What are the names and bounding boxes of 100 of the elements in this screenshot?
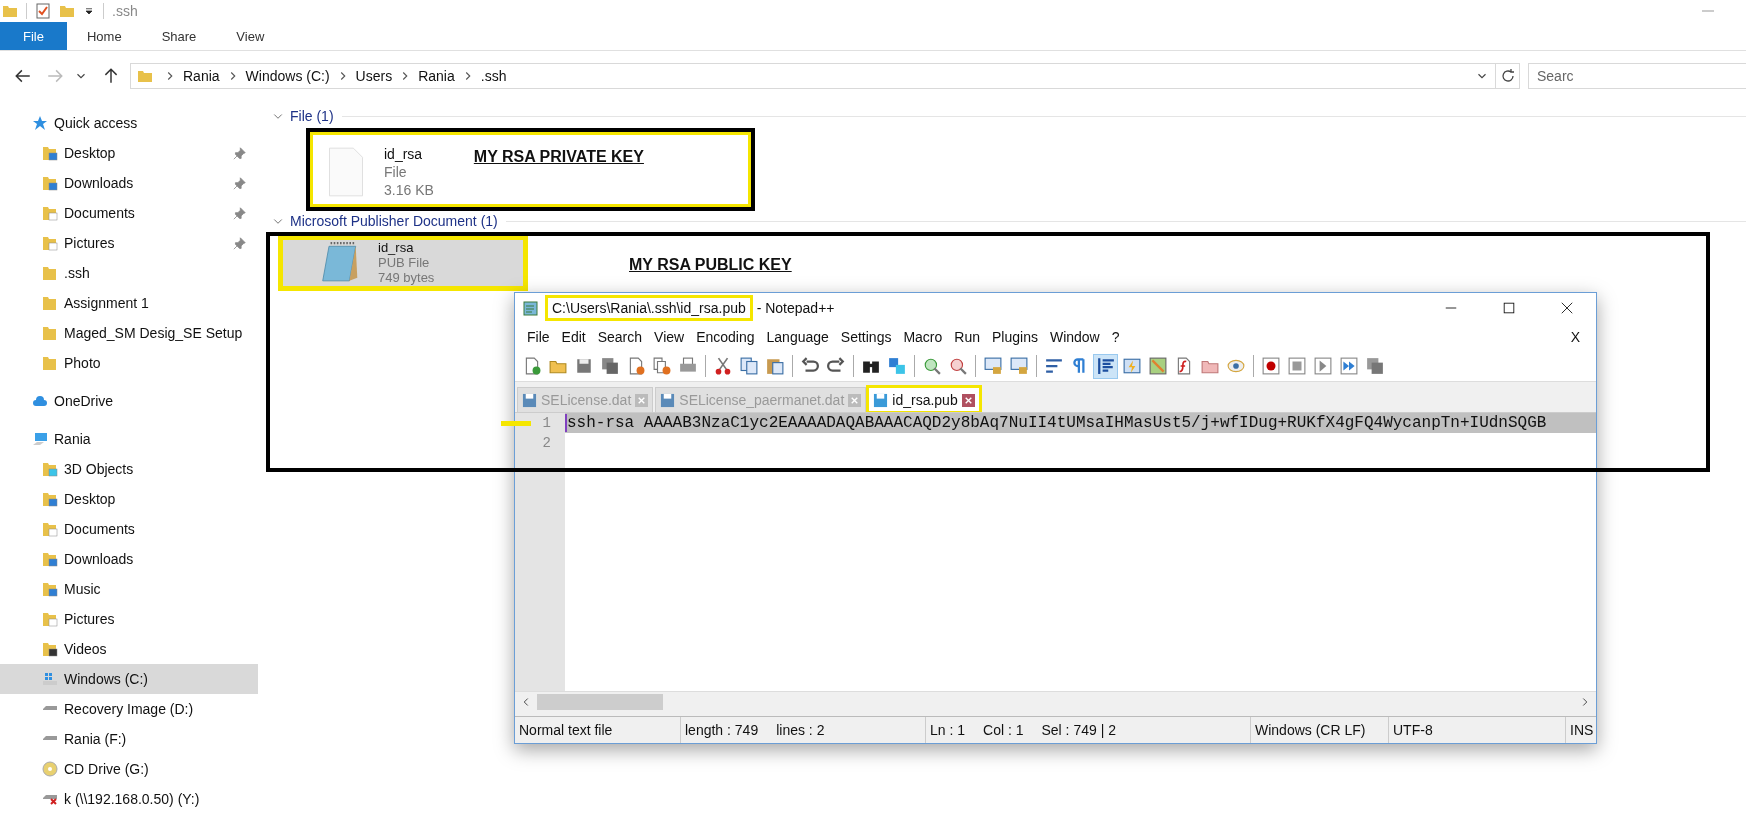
code-text: ssh-rsa AAAAB3NzaC1yc2EAAAADAQABAAACAQD2y8bAq7NuII4tUMsaIHMasUst5/j+wfIDug+RUKfX4gFQ4WycanpTn+IUdnSQGB xyxy=(565,414,1547,432)
sidebar-item[interactable]: Quick access xyxy=(0,108,258,138)
menu-item[interactable]: Language xyxy=(760,329,835,345)
status-text: INS xyxy=(1570,722,1594,738)
download-folder-icon xyxy=(42,175,58,191)
menu-item[interactable]: File xyxy=(521,329,556,345)
file-item[interactable]: id_rsa PUB File 749 bytes xyxy=(278,235,528,291)
sidebar-item[interactable]: Desktop xyxy=(0,138,258,168)
sidebar-label: Recovery Image (D:) xyxy=(64,701,194,717)
sidebar-item[interactable]: Recovery Image (D:) xyxy=(0,694,258,724)
menu-item[interactable]: Settings xyxy=(834,329,898,345)
menu-item[interactable]: Edit xyxy=(555,329,592,345)
sidebar-item[interactable]: Rania (F:) xyxy=(0,724,258,754)
menu-item[interactable]: ? xyxy=(1105,329,1126,345)
sidebar-item[interactable]: Videos xyxy=(0,634,258,664)
sidebar-label: Videos xyxy=(64,641,107,657)
sidebar-item[interactable]: Music xyxy=(0,574,258,604)
sidebar-item[interactable]: 3D Objects xyxy=(0,454,258,484)
ribbon-tab[interactable]: Share xyxy=(141,22,217,50)
path-segment[interactable]: Rania xyxy=(183,68,220,84)
pin-icon[interactable] xyxy=(233,176,246,190)
ribbon-tab[interactable]: File xyxy=(0,22,67,50)
sidebar-item[interactable]: CD Drive (G:) xyxy=(0,754,258,784)
file-item[interactable]: id_rsa File 3.16 KB xyxy=(310,132,474,211)
sidebar-label: Documents xyxy=(64,205,135,221)
refresh-button[interactable] xyxy=(1496,63,1520,89)
path-segment[interactable]: .ssh xyxy=(480,68,507,84)
sidebar-item[interactable]: Pictures xyxy=(0,228,258,258)
sidebar-item[interactable]: OneDrive xyxy=(0,386,258,416)
drive-icon xyxy=(42,671,58,687)
file-name: id_rsa xyxy=(378,240,415,255)
menu-item[interactable]: Encoding xyxy=(690,329,761,345)
status-text: Normal text file xyxy=(519,722,613,738)
sidebar-label: Downloads xyxy=(64,551,134,567)
path-segment[interactable]: Users xyxy=(355,68,393,84)
file-name: id_rsa xyxy=(384,145,424,162)
sidebar-item[interactable]: Photo xyxy=(0,348,258,378)
pin-icon[interactable] xyxy=(233,206,246,220)
pin-icon[interactable] xyxy=(233,146,246,160)
sidebar-label: Assignment 1 xyxy=(64,295,149,311)
group-heading[interactable]: File (1) xyxy=(290,108,334,124)
folder-icon xyxy=(42,295,58,311)
sidebar-item[interactable]: Desktop xyxy=(0,484,258,514)
sidebar-item[interactable]: Documents xyxy=(0,514,258,544)
sidebar-label: Photo xyxy=(64,355,101,371)
documents-folder-icon xyxy=(42,205,58,221)
folder-icon xyxy=(137,68,153,84)
sidebar-item[interactable]: Downloads xyxy=(0,544,258,574)
ribbon-tab[interactable]: Home xyxy=(66,22,142,50)
sidebar-item[interactable]: Windows (C:) xyxy=(0,664,258,694)
path-segment[interactable]: Rania xyxy=(418,68,455,84)
close-icon[interactable] xyxy=(1560,301,1574,315)
close-document-button[interactable]: X xyxy=(1564,329,1586,345)
sidebar-item[interactable]: Rania xyxy=(0,424,258,454)
properties-icon[interactable] xyxy=(35,3,51,19)
sidebar-label: Pictures xyxy=(64,611,115,627)
status-text: lines : 2 xyxy=(776,722,825,738)
cd-icon xyxy=(42,761,58,777)
status-text: UTF-8 xyxy=(1393,722,1433,738)
document-tab[interactable]: id_rsa.pub xyxy=(868,387,980,412)
pin-icon[interactable] xyxy=(233,236,246,250)
window-title: C:\Users\Rania\.ssh\id_rsa.pub xyxy=(545,295,753,321)
dropdown-icon[interactable] xyxy=(83,5,95,17)
documents-folder-icon xyxy=(42,521,58,537)
sidebar-label: Quick access xyxy=(54,115,138,131)
sidebar-item[interactable]: k (\\192.168.0.50) (Y:) xyxy=(0,784,258,814)
horizontal-scrollbar[interactable] xyxy=(515,691,1596,712)
menu-item[interactable]: Plugins xyxy=(986,329,1044,345)
sidebar-label: 3D Objects xyxy=(64,461,134,477)
sidebar-label: Rania (F:) xyxy=(64,731,127,747)
sidebar-item[interactable]: Pictures xyxy=(0,604,258,634)
menu-item[interactable]: Run xyxy=(948,329,986,345)
menu-item[interactable]: View xyxy=(648,329,691,345)
menu-item[interactable]: Search xyxy=(591,329,649,345)
status-text: Sel : 749 | 2 xyxy=(1041,722,1116,738)
network-drive-icon xyxy=(42,793,58,805)
pictures-folder-icon xyxy=(42,235,58,251)
line-number: 1 xyxy=(515,413,565,433)
sidebar-item[interactable]: .ssh xyxy=(0,258,258,288)
sidebar-item[interactable]: Maged_SM Desig_SE Setup xyxy=(0,318,258,348)
sidebar-item[interactable]: Downloads xyxy=(0,168,258,198)
computer-icon xyxy=(32,431,48,447)
path-segment[interactable]: Windows (C:) xyxy=(245,68,330,84)
group-heading[interactable]: Microsoft Publisher Document (1) xyxy=(290,213,498,229)
menu-item[interactable]: Window xyxy=(1043,329,1106,345)
sidebar-label: .ssh xyxy=(64,265,90,281)
address-bar[interactable]: Rania Windows (C:) Users Rania .ssh xyxy=(130,63,1496,89)
back-icon[interactable] xyxy=(14,67,32,85)
sidebar-item[interactable]: Documents xyxy=(0,198,258,228)
menu-item[interactable]: Macro xyxy=(897,329,949,345)
annotation-label: MY RSA PUBLIC KEY xyxy=(629,256,792,274)
up-icon[interactable] xyxy=(102,67,120,85)
search-field[interactable]: Searc xyxy=(1528,63,1746,89)
sidebar-item[interactable]: Assignment 1 xyxy=(0,288,258,318)
status-text: length : 749 xyxy=(685,722,759,738)
indent-guide-icon[interactable] xyxy=(1093,353,1118,379)
refresh-icon xyxy=(1499,68,1516,84)
ribbon-tab[interactable]: View xyxy=(216,22,285,50)
sidebar-label: OneDrive xyxy=(54,393,114,409)
maximize-icon[interactable] xyxy=(1502,301,1516,315)
